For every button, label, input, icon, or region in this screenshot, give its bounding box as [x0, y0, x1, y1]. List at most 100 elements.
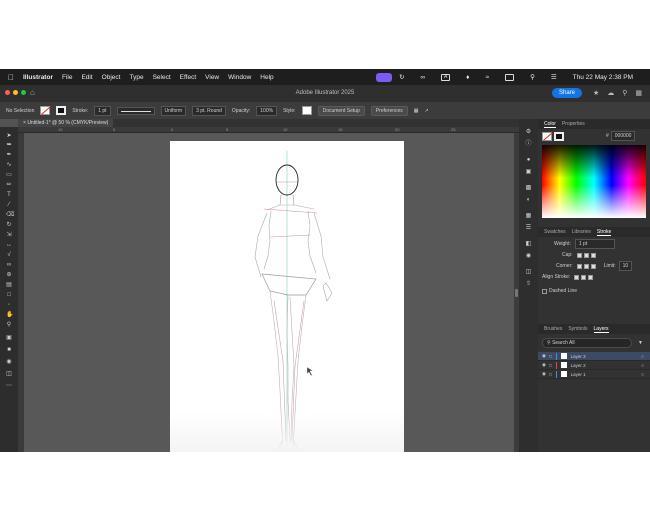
more-tools-icon[interactable]: ⋯	[6, 383, 12, 389]
document-tab[interactable]: × Untitled-1* @ 50 % (CMYK/Preview)	[18, 119, 114, 127]
target-icon[interactable]: ○	[641, 354, 644, 359]
stroke-swatch[interactable]	[56, 106, 67, 115]
scale-tool-icon[interactable]: ⇲	[6, 232, 12, 238]
menu-select[interactable]: Select	[153, 74, 171, 81]
export-asset-icon[interactable]: ▣	[525, 169, 532, 176]
asset-export-icon[interactable]: ⇧	[525, 281, 532, 288]
align-inside-icon[interactable]	[581, 274, 587, 280]
workspace-icon[interactable]: ▦	[635, 89, 642, 97]
tab-libraries[interactable]: Libraries	[572, 229, 591, 235]
menu-object[interactable]: Object	[102, 74, 121, 81]
width-tool-icon[interactable]: ↔	[6, 242, 12, 248]
screen-mode-icon[interactable]: ◫	[6, 371, 12, 377]
share-button[interactable]: Share	[551, 88, 582, 98]
layer-row[interactable]: ◉ □ Layer 2 ○	[538, 361, 650, 370]
document-setup-button[interactable]: Document Setup	[317, 105, 365, 116]
gradient-icon[interactable]: ▩	[525, 185, 532, 192]
lock-icon[interactable]: □	[549, 363, 552, 368]
menu-edit[interactable]: Edit	[81, 74, 92, 81]
menu-window[interactable]: Window	[228, 74, 251, 81]
color-icon[interactable]: ●	[525, 157, 532, 164]
lock-icon[interactable]: □	[549, 354, 552, 359]
hex-field[interactable]: 000000	[610, 131, 636, 141]
paintbrush-tool-icon[interactable]: ✏	[6, 182, 12, 188]
close-tab-icon[interactable]: ×	[23, 120, 26, 126]
sync-icon[interactable]: ↻	[399, 73, 404, 81]
hand-tool-icon[interactable]: ✋	[6, 312, 13, 318]
search-icon[interactable]: ⚲	[530, 73, 535, 81]
eraser-tool-icon[interactable]: ⌫	[6, 212, 14, 218]
miter-join-icon[interactable]	[576, 263, 582, 269]
bevel-join-icon[interactable]	[590, 263, 596, 269]
appearance-icon[interactable]: ◉	[525, 253, 532, 260]
menu-file[interactable]: File	[62, 74, 72, 81]
round-cap-icon[interactable]	[583, 252, 589, 258]
preferences-button[interactable]: Preferences	[370, 105, 408, 116]
tab-layers[interactable]: Layers	[593, 326, 609, 333]
discover-icon[interactable]: ★	[593, 89, 599, 97]
scroll-thumb[interactable]	[515, 289, 518, 297]
stroke-weight-field[interactable]: 1 pt	[94, 105, 111, 116]
variable-width-profile[interactable]: Uniform	[160, 105, 187, 116]
pathfinder-icon[interactable]: ◧	[525, 241, 532, 248]
limit-field[interactable]: 10	[618, 261, 633, 271]
graph-tool-icon[interactable]: ▤	[6, 282, 12, 288]
layers-search-input[interactable]: ⚲ Search All	[542, 338, 632, 348]
layer-row[interactable]: ◉ □ Layer 3 ○	[538, 352, 650, 361]
selection-tool-icon[interactable]: ➤	[6, 133, 12, 139]
layer-name[interactable]: Layer 3	[571, 354, 586, 359]
menu-effect[interactable]: Effect	[180, 74, 197, 81]
transparency-icon[interactable]: ◐	[525, 197, 532, 204]
symbol-sprayer-icon[interactable]: ⊛	[6, 272, 12, 278]
align-center-icon[interactable]	[574, 274, 580, 280]
lock-icon[interactable]: □	[549, 372, 552, 377]
dashed-line-checkbox[interactable]	[542, 288, 547, 294]
graphic-style-swatch[interactable]	[301, 106, 312, 115]
menu-help[interactable]: Help	[260, 74, 273, 81]
wifi-icon[interactable]: ≈	[485, 74, 489, 81]
fill-swatch[interactable]	[542, 131, 552, 141]
filter-icon[interactable]: ▼	[638, 340, 643, 346]
cloud-icon[interactable]: ☁	[607, 89, 614, 97]
font-icon[interactable]: A	[441, 73, 451, 81]
rotate-tool-icon[interactable]: ↻	[6, 222, 12, 228]
target-icon[interactable]: ○	[641, 372, 644, 377]
zoom-tool-icon[interactable]: ⚲	[6, 322, 12, 328]
align-outside-icon[interactable]	[588, 274, 594, 280]
stroke-swatch[interactable]	[554, 131, 564, 141]
tab-properties[interactable]: Properties	[562, 121, 585, 127]
artboard[interactable]	[170, 141, 404, 452]
round-join-icon[interactable]	[583, 263, 589, 269]
rectangle-tool-icon[interactable]: ▭	[6, 172, 12, 178]
visibility-icon[interactable]: ◉	[542, 362, 546, 368]
layer-row[interactable]: ◉ □ Layer 1 ○	[538, 370, 650, 379]
export-icon[interactable]: ↗	[425, 108, 429, 114]
blend-tool-icon[interactable]: ∞	[6, 262, 12, 268]
target-icon[interactable]: ○	[641, 363, 644, 368]
search-icon[interactable]: ⚲	[622, 89, 627, 97]
stroke-label[interactable]: Stroke:	[72, 108, 88, 114]
fill-swatch[interactable]	[40, 106, 51, 115]
color-mode-icon[interactable]: ■	[6, 347, 12, 353]
layer-name[interactable]: Layer 2	[571, 363, 586, 368]
layer-name[interactable]: Layer 1	[571, 372, 586, 377]
tab-swatches[interactable]: Swatches	[544, 229, 566, 235]
clock[interactable]: Thu 22 May 2:38 PM	[573, 74, 633, 81]
transform-icon[interactable]: ▦	[525, 213, 532, 220]
control-center-icon[interactable]: ☰	[551, 73, 557, 81]
properties-icon[interactable]: ⚙	[525, 129, 532, 136]
link-icon[interactable]: ∞	[421, 74, 426, 81]
opacity-label[interactable]: Opacity:	[232, 108, 250, 114]
arrange-icon[interactable]: ▦	[414, 108, 419, 114]
eyedropper-tool-icon[interactable]: √	[6, 252, 12, 258]
visibility-icon[interactable]: ◉	[542, 371, 546, 377]
slice-tool-icon[interactable]: ◦	[6, 302, 12, 308]
brush-definition[interactable]: 3 pt. Round	[192, 105, 226, 116]
color-spectrum[interactable]	[542, 145, 646, 218]
direct-selection-tool-icon[interactable]: ➥	[6, 142, 12, 148]
curvature-tool-icon[interactable]: ∿	[6, 162, 12, 168]
align-icon[interactable]: ☰	[525, 225, 532, 232]
draw-mode-icon[interactable]: ◉	[6, 359, 12, 365]
pen-tool-icon[interactable]: ✒	[6, 152, 12, 158]
type-tool-icon[interactable]: T	[6, 192, 12, 198]
